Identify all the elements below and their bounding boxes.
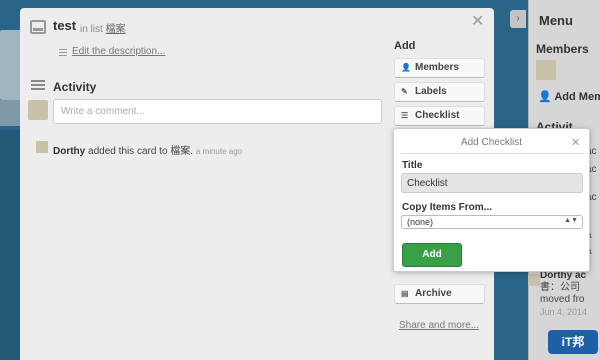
menu-add-member-button[interactable]: 👤 Add Membe [538, 90, 600, 103]
checklist-title-label: Title [402, 160, 423, 171]
menu-members-title: Members [536, 42, 589, 56]
checklist-button-label: Checklist [415, 110, 460, 121]
archive-button[interactable]: ▤ Archive [394, 284, 485, 304]
checklist-title-input[interactable]: Checklist [401, 173, 583, 193]
description-icon [59, 49, 67, 56]
edit-description-link[interactable]: Edit the description... [72, 46, 165, 57]
list-name-link[interactable]: 檔案 [106, 24, 126, 35]
menu-feed-avatar [528, 274, 540, 286]
in-list-prefix: in list [80, 24, 103, 35]
checklist-icon: ☰ [401, 111, 409, 120]
members-button-label: Members [415, 62, 459, 73]
share-and-more-link[interactable]: Share and more... [399, 320, 479, 331]
copy-items-select[interactable]: (none) ▲▼ [401, 215, 583, 229]
menu-member-avatar[interactable] [536, 60, 556, 80]
board-list-strip-lower [0, 100, 22, 126]
copy-items-selected: (none) [407, 217, 434, 227]
archive-icon: ▤ [401, 289, 409, 298]
card-list-info: in list 檔案 [80, 20, 126, 35]
feed-avatar [36, 141, 48, 153]
feed-action: added this card to 檔案. [88, 146, 194, 157]
menu-feed-text: 書：公司 [540, 282, 580, 293]
comment-input[interactable]: Write a comment... [53, 99, 382, 124]
tag-icon: ✎ [401, 87, 408, 96]
close-icon[interactable]: ✕ [471, 11, 484, 31]
add-checklist-popover: Add Checklist ✕ Title Checklist Copy Ite… [393, 128, 590, 272]
feed-user[interactable]: Dorthy [53, 146, 85, 157]
menu-feed-text: moved fro [540, 294, 585, 305]
menu-feed-time: Jun 4, 2014 [540, 307, 588, 317]
popover-divider [401, 153, 584, 154]
popover-title: Add Checklist [460, 137, 523, 148]
checklist-button[interactable]: ☰ Checklist [394, 106, 485, 126]
card-icon [30, 20, 46, 34]
card-title[interactable]: test [53, 18, 76, 33]
activity-feed-item: Dorthy added this card to 檔案. a minute a… [53, 142, 242, 157]
site-watermark-logo: iT邦 [548, 330, 598, 354]
archive-button-label: Archive [415, 288, 452, 299]
select-arrows-icon: ▲▼ [564, 217, 578, 224]
members-button[interactable]: 👤 Members [394, 58, 485, 78]
labels-button[interactable]: ✎ Labels [394, 82, 485, 102]
copy-items-label: Copy Items From... [402, 202, 493, 213]
avatar[interactable] [28, 100, 48, 120]
add-checklist-button[interactable]: Add [402, 243, 462, 267]
close-icon[interactable]: ✕ [571, 136, 580, 149]
menu-collapse-toggle[interactable]: › [510, 10, 526, 28]
feed-time: a minute ago [195, 147, 243, 156]
menu-add-member-label: Add Membe [554, 91, 600, 103]
person-icon: 👤 [401, 63, 411, 72]
menu-feed-item: Dorthy ac 書：公司 moved fro Jun 4, 2014 [540, 270, 600, 318]
board-list-strip [0, 30, 22, 100]
menu-header: Menu [539, 13, 573, 28]
labels-button-label: Labels [415, 86, 447, 97]
activity-title: Activity [53, 80, 97, 94]
activity-list-icon [31, 80, 45, 92]
person-icon: 👤 [538, 91, 552, 103]
board-shadow [0, 130, 22, 360]
add-section-title: Add [394, 40, 416, 52]
